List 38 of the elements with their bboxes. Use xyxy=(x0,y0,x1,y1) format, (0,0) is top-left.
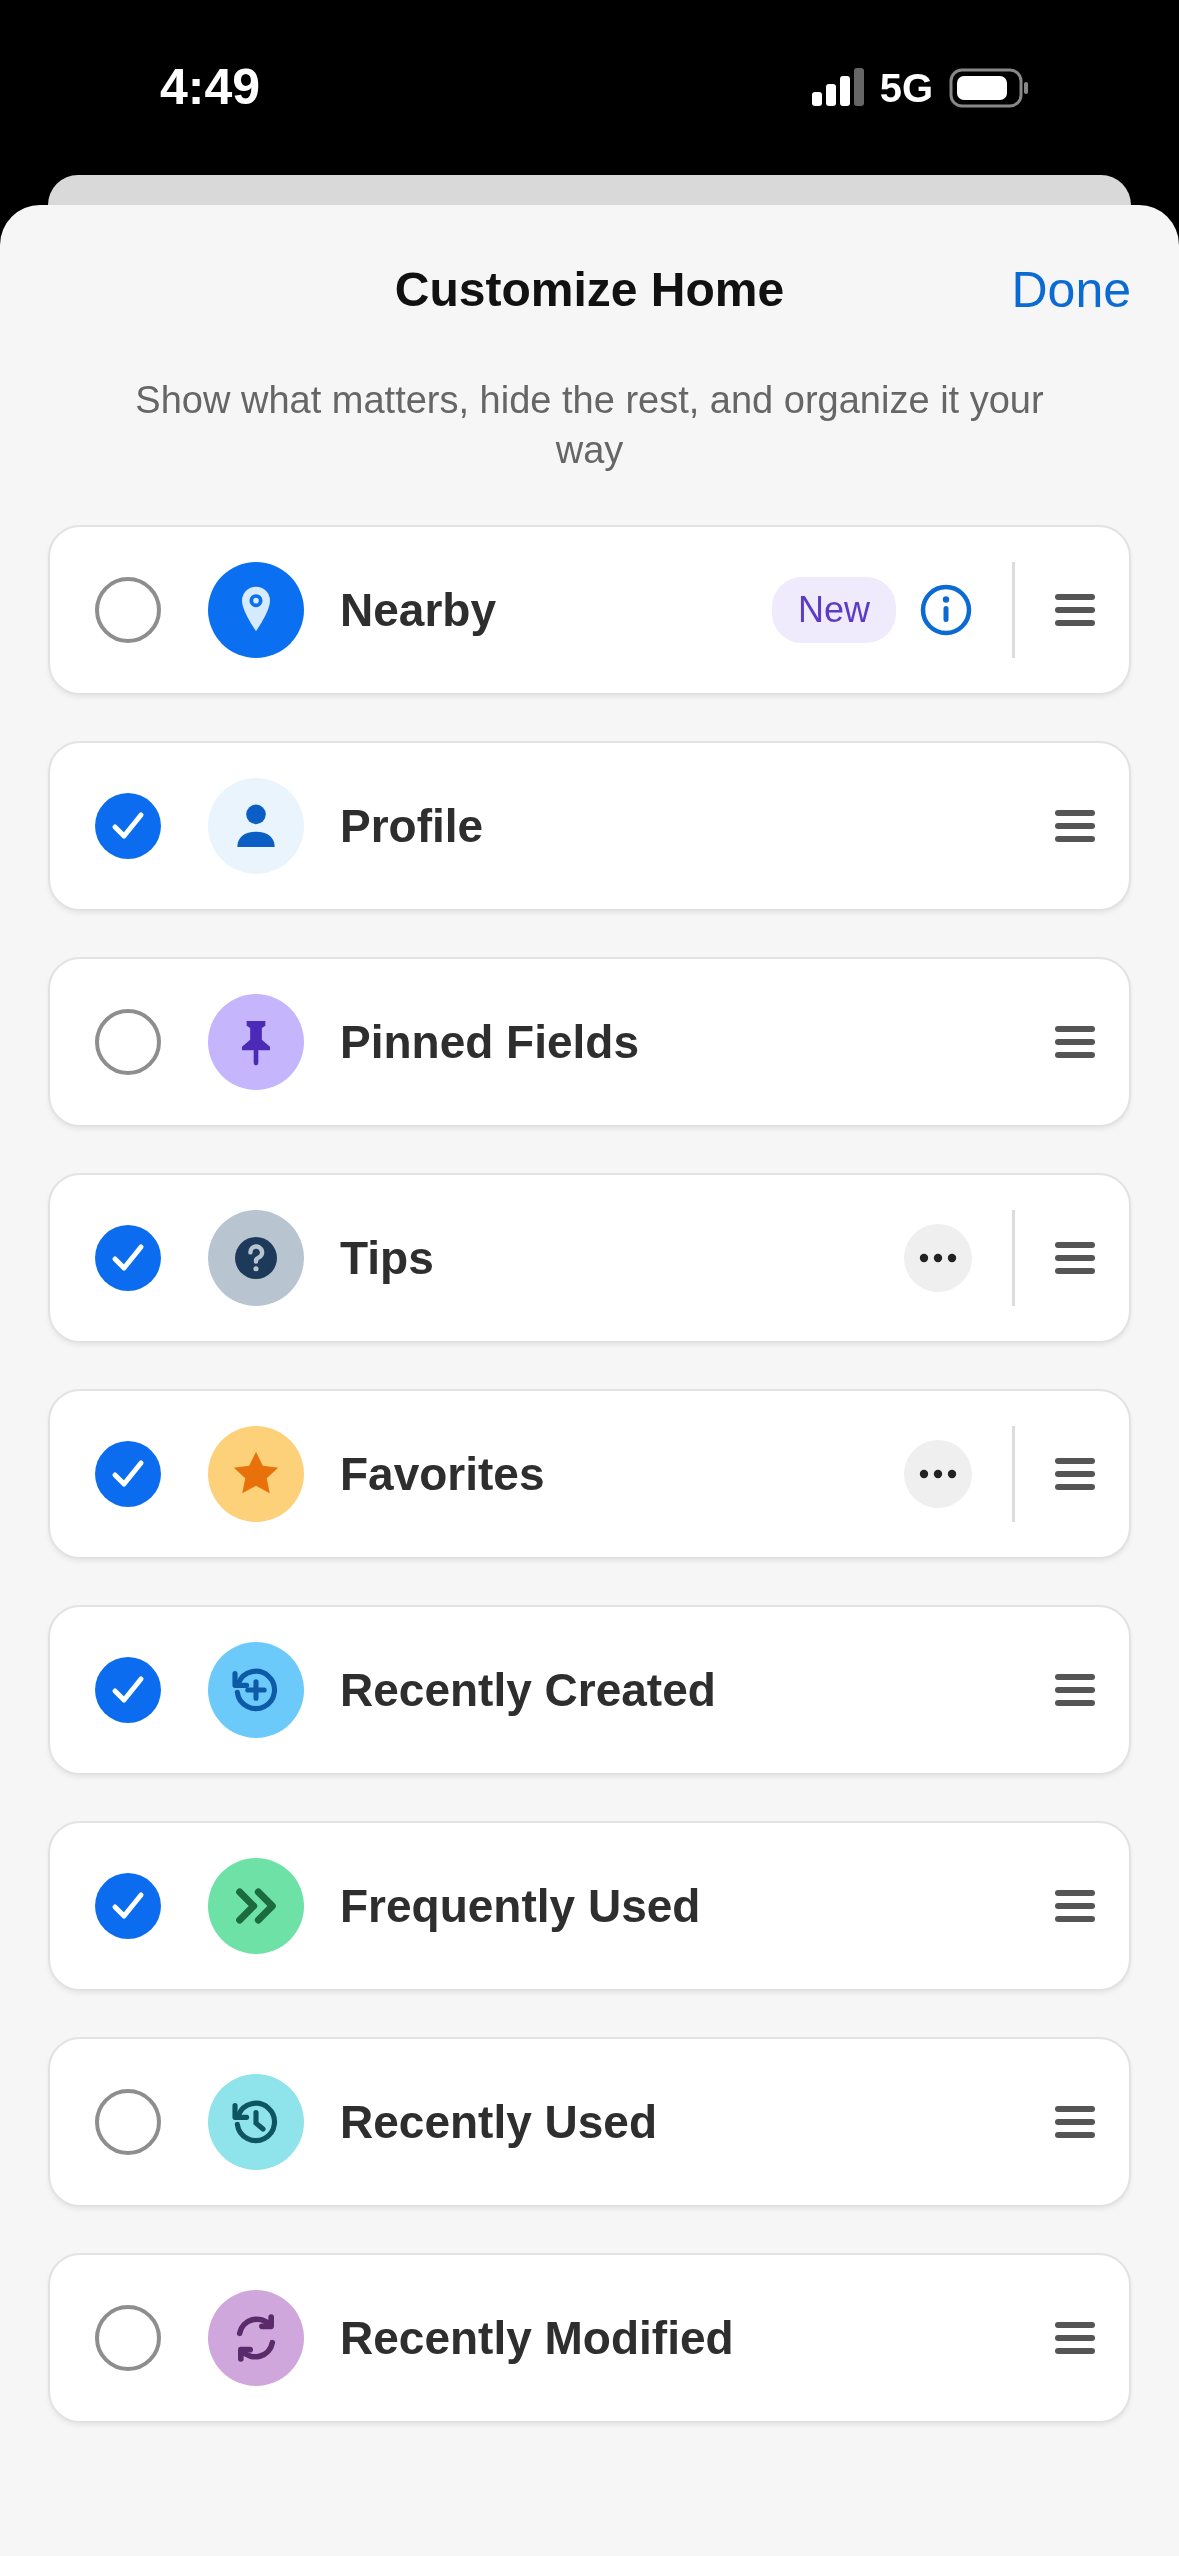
drag-handle-icon[interactable] xyxy=(1055,1889,1095,1924)
sheet-subtitle: Show what matters, hide the rest, and organize it your way xyxy=(134,378,1045,474)
item-label: Favorites xyxy=(340,1446,546,1502)
checked-checkbox[interactable] xyxy=(94,1656,162,1725)
checked-checkbox[interactable] xyxy=(94,792,162,861)
drag-handle-icon[interactable] xyxy=(1055,2321,1095,2356)
drag-handle-icon[interactable] xyxy=(1055,1241,1095,1276)
checked-checkbox[interactable] xyxy=(94,1224,162,1293)
item-label: Recently Modified xyxy=(340,2310,735,2366)
drag-handle-icon[interactable] xyxy=(1055,593,1095,628)
checked-checkbox[interactable] xyxy=(94,1440,162,1509)
more-icon xyxy=(918,1253,958,1264)
unchecked-checkbox[interactable] xyxy=(94,2088,162,2157)
item-label: Frequently Used xyxy=(340,1878,702,1934)
item-label: Tips xyxy=(340,1230,435,1286)
info-icon[interactable] xyxy=(920,584,972,637)
unchecked-checkbox[interactable] xyxy=(94,2304,162,2373)
drag-handle-icon[interactable] xyxy=(1055,1457,1095,1492)
done-button[interactable]: Done xyxy=(1011,252,1131,328)
more-icon xyxy=(918,1469,958,1480)
drag-handle-icon[interactable] xyxy=(1055,2105,1095,2140)
new-badge: New xyxy=(771,577,896,644)
item-label: Nearby xyxy=(340,582,497,638)
unchecked-checkbox[interactable] xyxy=(94,1008,162,1077)
sheet-title: Customize Home xyxy=(394,262,785,318)
battery-icon xyxy=(949,67,1029,108)
item-label: Pinned Fields xyxy=(340,1014,641,1070)
item-label: Recently Used xyxy=(340,2094,658,2150)
item-label: Profile xyxy=(340,798,485,854)
unchecked-checkbox[interactable] xyxy=(94,576,162,645)
drag-handle-icon[interactable] xyxy=(1055,1673,1095,1708)
network-label: 5G xyxy=(879,64,933,112)
item-label: Recently Created xyxy=(340,1662,717,1718)
signal-icon xyxy=(811,67,864,108)
status-time: 4:49 xyxy=(160,58,261,117)
drag-handle-icon[interactable] xyxy=(1055,1025,1095,1060)
checked-checkbox[interactable] xyxy=(94,1872,162,1941)
drag-handle-icon[interactable] xyxy=(1055,809,1095,844)
